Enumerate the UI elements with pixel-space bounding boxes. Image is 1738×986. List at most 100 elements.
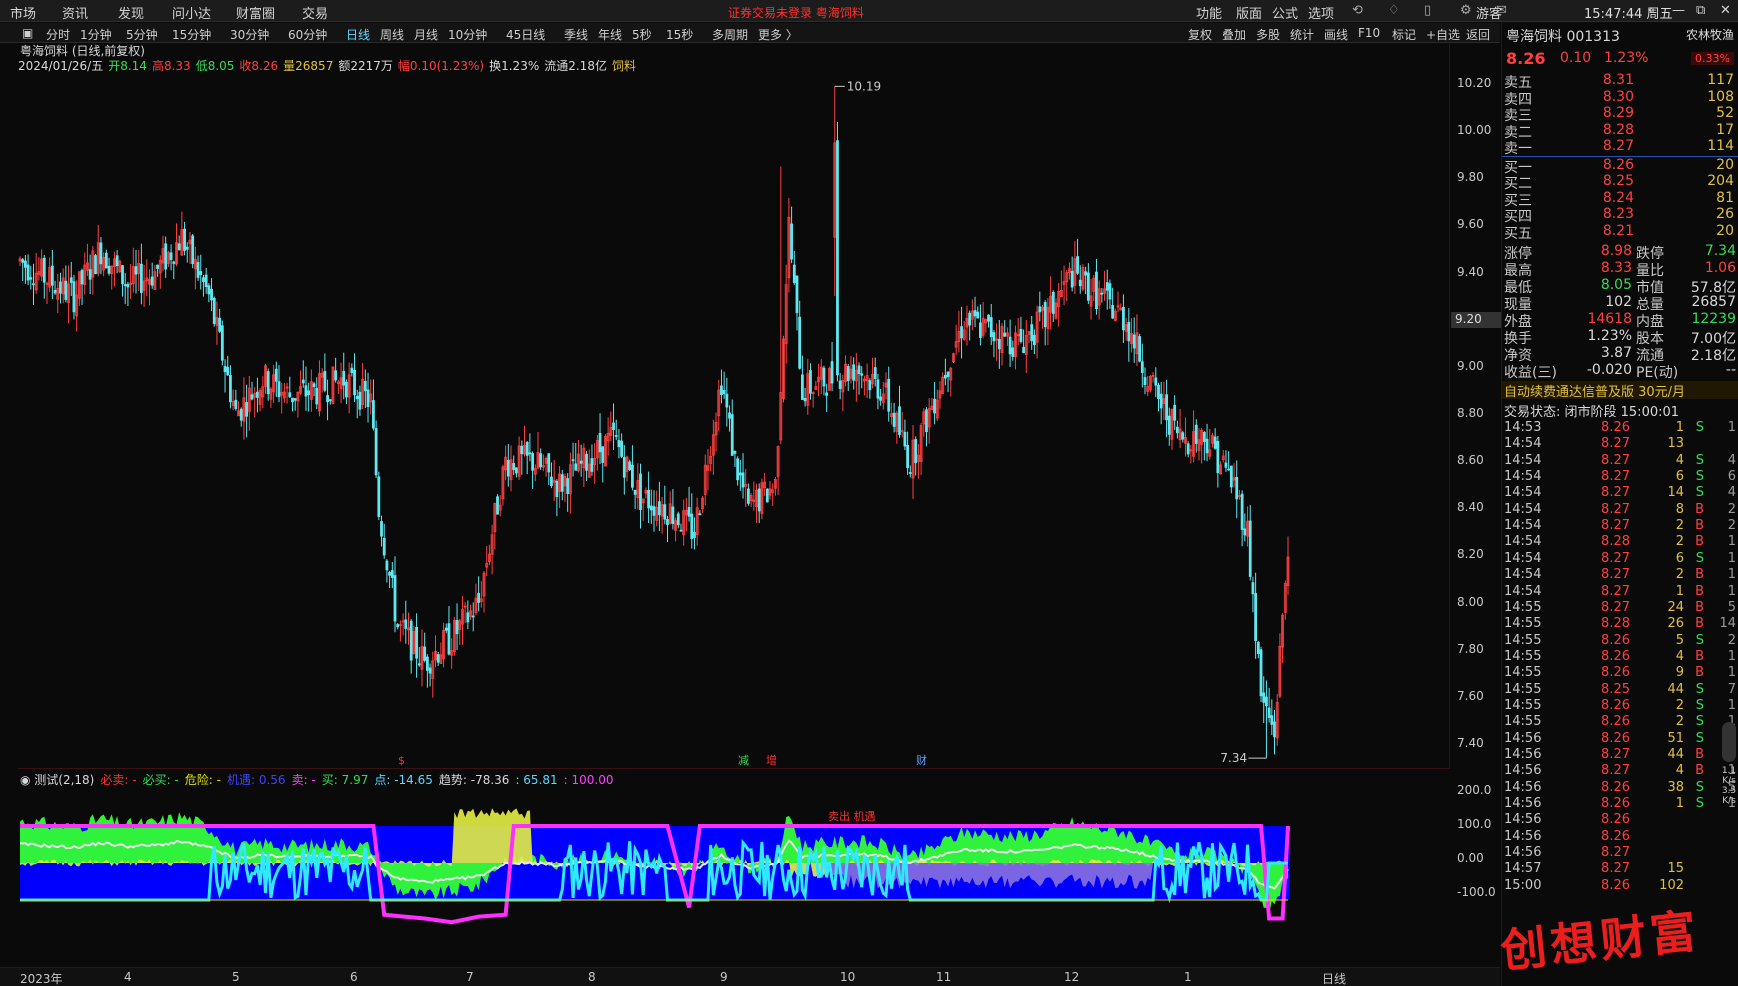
period-8[interactable]: 月线 xyxy=(414,26,438,43)
tick-volume: 13 xyxy=(1667,436,1684,452)
candle-body xyxy=(720,385,723,396)
tick-side: S xyxy=(1695,469,1704,485)
indicator-svg: 卖出 机遇 xyxy=(19,808,1290,925)
menu-0[interactable]: 市场 xyxy=(10,3,36,22)
tool-2[interactable]: 多股 xyxy=(1256,26,1280,43)
period-11[interactable]: 季线 xyxy=(564,26,588,43)
right-menu-2[interactable]: 公式 xyxy=(1272,3,1298,22)
tool-4[interactable]: 画线 xyxy=(1324,26,1348,43)
stat-value-a-6: 3.87 xyxy=(1600,345,1632,361)
top-icon-1[interactable]: ♢ xyxy=(1388,3,1400,18)
tool-3[interactable]: 统计 xyxy=(1290,26,1314,43)
candle-body xyxy=(1008,336,1012,355)
price-change: 0.10 xyxy=(1560,50,1592,66)
minimize-icon[interactable]: — xyxy=(1672,3,1685,18)
candle-body xyxy=(277,381,281,398)
menu-5[interactable]: 交易 xyxy=(302,3,328,22)
period-3[interactable]: 15分钟 xyxy=(172,26,211,43)
candle-body xyxy=(404,619,408,629)
menu-4[interactable]: 财富圈 xyxy=(236,3,275,22)
candle-body xyxy=(943,374,947,379)
period-16[interactable]: 更多 〉 xyxy=(758,26,798,43)
candle-body xyxy=(515,467,518,474)
period-6[interactable]: 日线 xyxy=(346,26,370,43)
candle-body xyxy=(323,370,327,391)
tick-price: 8.26 xyxy=(1601,714,1630,730)
period-2[interactable]: 5分钟 xyxy=(126,26,158,43)
candle-body xyxy=(425,656,429,671)
tool-1[interactable]: 叠加 xyxy=(1222,26,1246,43)
top-icon-3[interactable]: ⚙ xyxy=(1460,3,1472,18)
ask-3-price: 8.28 xyxy=(1602,121,1634,138)
candle-body xyxy=(291,397,294,403)
xaxis-period[interactable]: 日线 xyxy=(1322,970,1346,986)
candle-body xyxy=(1100,292,1104,295)
close-icon[interactable]: ✕ xyxy=(1720,3,1731,18)
tick-row: 14:54 8.27 2 B 1 xyxy=(1504,567,1736,585)
candle-body xyxy=(42,257,46,283)
tick-row: 14:56 8.26 1 S 1 xyxy=(1504,796,1736,814)
guest-label[interactable]: 游客 xyxy=(1476,3,1502,22)
period-7[interactable]: 周线 xyxy=(380,26,404,43)
candle-body xyxy=(1076,256,1079,274)
right-menu-1[interactable]: 版面 xyxy=(1236,3,1262,22)
tool-0[interactable]: 复权 xyxy=(1188,26,1212,43)
period-0[interactable]: 分时 xyxy=(46,26,70,43)
tick-time: 14:56 xyxy=(1504,796,1542,812)
tick-row: 14:56 8.27 xyxy=(1504,845,1736,863)
promo-banner[interactable]: 自动续费通达信普及版 30元/月 xyxy=(1502,381,1738,400)
clock: 15:47:44 周五 xyxy=(1584,7,1673,22)
login-notice[interactable]: 证券交易未登录 粤海饲料 xyxy=(728,4,864,21)
tool-5[interactable]: F10 xyxy=(1358,26,1380,40)
tool-7[interactable]: +自选 xyxy=(1426,26,1460,43)
stat-value-a-5: 1.23% xyxy=(1587,328,1632,344)
period-5[interactable]: 60分钟 xyxy=(288,26,327,43)
xlabel-3: 6 xyxy=(350,970,358,984)
tick-volume: 51 xyxy=(1667,730,1684,746)
tick-time: 14:54 xyxy=(1504,550,1542,566)
tick-count: 1 xyxy=(1727,567,1736,583)
menu-3[interactable]: 问小达 xyxy=(172,3,211,22)
menu-2[interactable]: 发现 xyxy=(118,3,144,22)
speed-toggle-icon[interactable] xyxy=(1722,722,1736,762)
kline-chart[interactable]: 粤海饲料 (日线,前复权) 2024/01/26/五 开8.14 高8.33 低8.0… xyxy=(18,44,1450,768)
candle-body xyxy=(69,277,73,283)
tick-row: 14:55 8.28 26 B 14 xyxy=(1504,616,1736,634)
candle-body xyxy=(800,374,804,400)
candle-body xyxy=(1111,305,1115,319)
candle-body xyxy=(550,476,553,487)
tick-volume: 5 xyxy=(1675,632,1684,648)
period-12[interactable]: 年线 xyxy=(598,26,622,43)
period-1[interactable]: 1分钟 xyxy=(80,26,112,43)
top-icon-2[interactable]: ▯ xyxy=(1424,3,1431,18)
candle-body xyxy=(531,453,534,471)
right-menu-3[interactable]: 选项 xyxy=(1308,3,1334,22)
bid-2-price: 8.24 xyxy=(1602,189,1634,206)
indicator-panel[interactable]: ◉ 测试(2,18) 必卖: - 必买: - 危险: - 机遇: 0.56 卖: - 买: … xyxy=(18,768,1450,966)
top-icon-0[interactable]: ⟲ xyxy=(1352,3,1363,18)
xlabel-2: 5 xyxy=(232,970,240,984)
restore-icon[interactable]: ⧉ xyxy=(1696,3,1705,18)
sector-tag[interactable]: 农林牧渔 xyxy=(1686,26,1734,43)
tool-8[interactable]: 返回 xyxy=(1466,26,1490,43)
period-4[interactable]: 30分钟 xyxy=(230,26,269,43)
period-9[interactable]: 10分钟 xyxy=(448,26,487,43)
tick-price: 8.27 xyxy=(1601,518,1630,534)
stat-value-b-7: -- xyxy=(1725,362,1736,378)
period-10[interactable]: 45日线 xyxy=(506,26,545,43)
tick-count: 6 xyxy=(1727,469,1736,485)
tick-row: 14:55 8.26 4 B 1 xyxy=(1504,649,1736,667)
period-15[interactable]: 多周期 xyxy=(712,26,748,43)
tick-price: 8.28 xyxy=(1601,534,1630,550)
menu-1[interactable]: 资讯 xyxy=(62,3,88,22)
period-13[interactable]: 5秒 xyxy=(632,26,652,43)
candle-body xyxy=(898,406,901,435)
tick-side: B xyxy=(1695,648,1704,664)
right-menu-0[interactable]: 功能 xyxy=(1196,3,1222,22)
tick-price: 8.27 xyxy=(1601,501,1630,517)
layout-icon[interactable]: ▣ xyxy=(22,26,33,40)
period-14[interactable]: 15秒 xyxy=(666,26,693,43)
back-icon[interactable]: ‹ xyxy=(1648,3,1653,18)
tool-6[interactable]: 标记 xyxy=(1392,26,1416,43)
candle-body xyxy=(830,361,834,384)
